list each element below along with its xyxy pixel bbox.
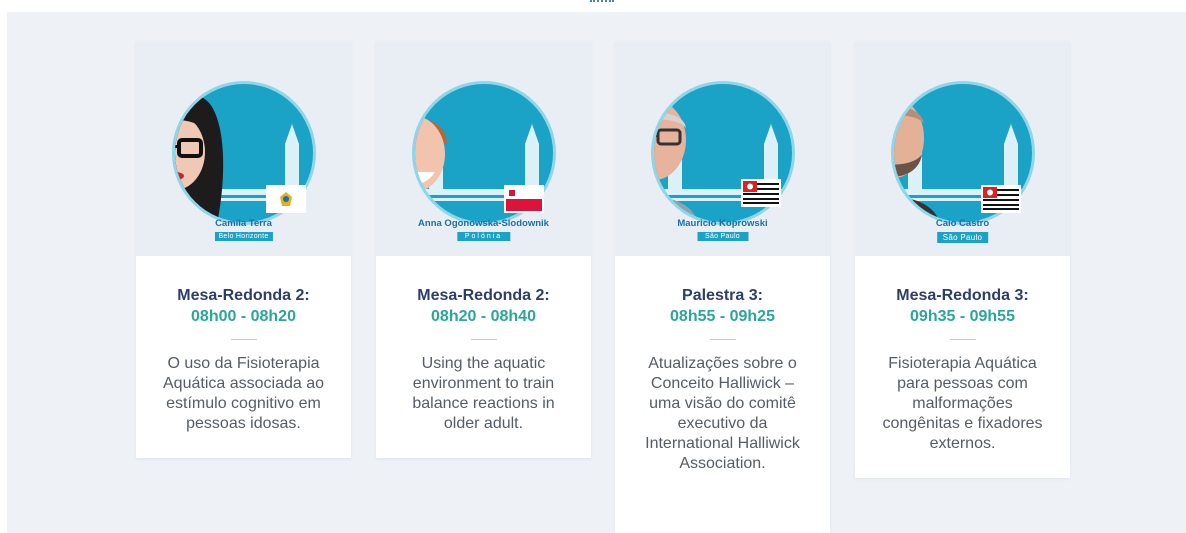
portrait-woman-smiling: [415, 84, 455, 222]
session-time: 08h00 - 08h20: [191, 308, 296, 325]
session-title: Mesa-Redonda 3:: [896, 287, 1029, 304]
speaker-city: Belo Horizonte: [214, 232, 273, 241]
belo-horizonte-flag: [268, 187, 304, 211]
speaker-city: São Paulo: [936, 232, 989, 243]
speaker-photo: Caio Castro São Paulo: [855, 41, 1070, 256]
session-description: Using the aquatic environment to train b…: [412, 355, 555, 432]
divider: [949, 339, 976, 340]
speaker-photo: Camila Terra Belo Horizonte: [136, 41, 351, 256]
session-time: 09h35 - 09h55: [910, 308, 1015, 325]
speaker-photo: Mauricio Koprowski São Paulo: [615, 41, 830, 256]
session-description: O uso da Fisioterapia Aquática associada…: [163, 355, 324, 432]
speaker-card: Mauricio Koprowski São Paulo Palestra 3:…: [615, 41, 830, 533]
speaker-name: Anna Ogonowska-Slodownik: [418, 218, 549, 229]
divider: [709, 339, 736, 340]
speaker-name: Camila Terra: [215, 218, 272, 229]
speaker-card: Anna Ogonowska-Slodownik Polónia Mesa-Re…: [376, 41, 591, 458]
sao-paulo-flag: [743, 181, 779, 205]
speaker-city: São Paulo: [696, 232, 749, 241]
speaker-city: Polónia: [456, 232, 511, 241]
speaker-card: Camila Terra Belo Horizonte Mesa-Redonda…: [136, 41, 351, 458]
session-description: Fisioterapia Aquática para pessoas com m…: [882, 355, 1043, 452]
divider: [230, 339, 257, 340]
divider: [470, 339, 497, 340]
portrait-man-beard: [894, 98, 940, 222]
sao-paulo-flag: [983, 187, 1019, 211]
session-time: 08h55 - 09h25: [670, 308, 775, 325]
top-decoration: [590, 0, 614, 3]
session-time: 08h20 - 08h40: [431, 308, 536, 325]
portrait-man-glasses: [654, 100, 698, 222]
speaker-name: Mauricio Koprowski: [677, 218, 768, 229]
poland-flag: [506, 187, 542, 211]
session-description: Atualizações sobre o Conceito Halliwick …: [645, 355, 800, 472]
speaker-card: Caio Castro São Paulo Mesa-Redonda 3: 09…: [855, 41, 1070, 478]
session-title: Mesa-Redonda 2:: [177, 287, 310, 304]
speaker-photo: Anna Ogonowska-Slodownik Polónia: [376, 41, 591, 256]
session-title: Palestra 3:: [682, 287, 763, 304]
speaker-name: Caio Castro: [935, 218, 990, 229]
portrait-woman-glasses: [175, 90, 224, 222]
session-title: Mesa-Redonda 2:: [417, 287, 550, 304]
